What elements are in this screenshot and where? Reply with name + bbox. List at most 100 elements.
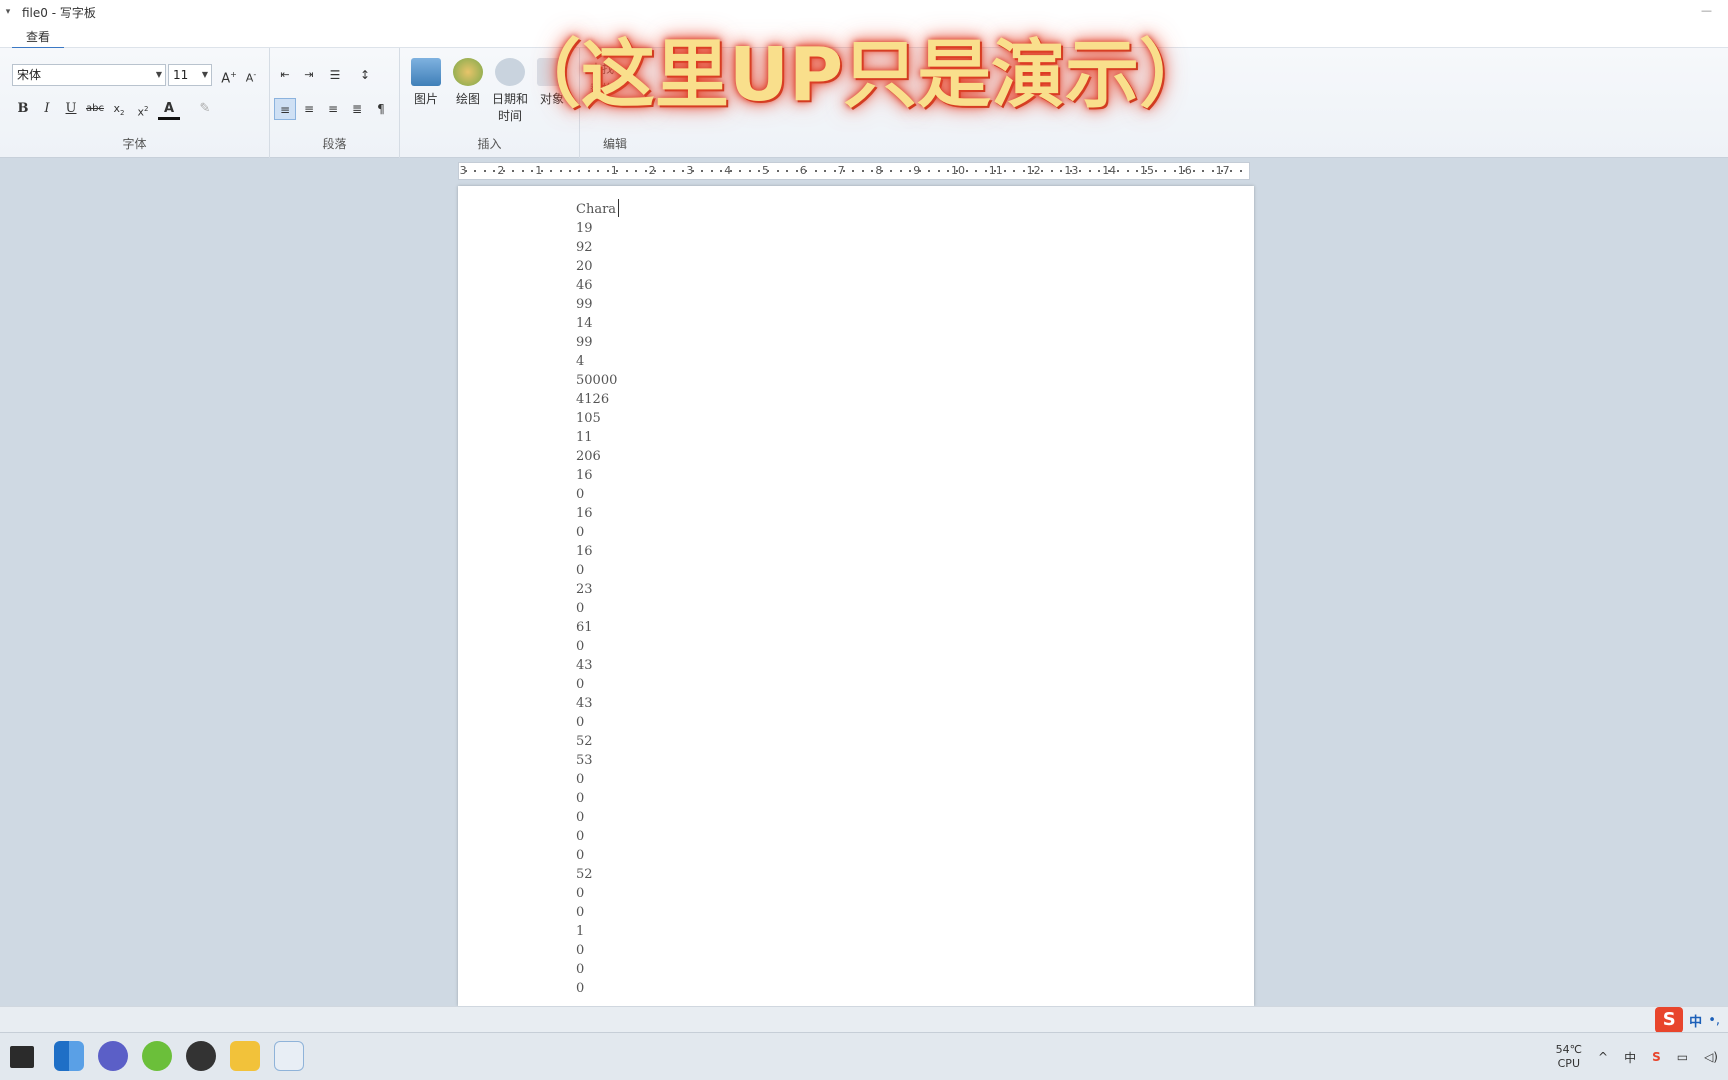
document-line[interactable]: 52 xyxy=(576,732,617,751)
font-name-select[interactable]: 宋体 ▼ xyxy=(12,64,166,86)
tab-view[interactable]: 查看 xyxy=(12,26,65,49)
document-line[interactable]: 4 xyxy=(576,352,617,371)
document-line[interactable]: 43 xyxy=(576,694,617,713)
align-right-icon[interactable]: ≡ xyxy=(322,98,344,120)
grow-font-icon[interactable]: A+ xyxy=(218,64,240,86)
chat-icon[interactable] xyxy=(98,1041,128,1071)
quick-access-icon[interactable]: ▾ xyxy=(0,7,16,17)
increase-indent-icon[interactable]: ⇥ xyxy=(298,64,320,86)
strikethrough-icon[interactable]: abc xyxy=(84,98,106,120)
document-line[interactable]: 0 xyxy=(576,599,617,618)
ruler-tick xyxy=(578,170,581,172)
underline-icon[interactable]: U xyxy=(60,98,82,120)
document-line[interactable]: 11 xyxy=(576,428,617,447)
document-line[interactable]: 0 xyxy=(576,675,617,694)
document-line[interactable]: 16 xyxy=(576,504,617,523)
shrink-font-icon[interactable]: A- xyxy=(240,64,262,86)
superscript-icon[interactable]: x2 xyxy=(132,98,154,120)
insert-picture-button[interactable]: 图片 xyxy=(406,58,446,107)
document-line[interactable]: 50000 xyxy=(576,371,617,390)
document-line[interactable]: 0 xyxy=(576,941,617,960)
sogou-tray-icon[interactable]: S xyxy=(1652,1050,1661,1064)
document-line[interactable]: 92 xyxy=(576,238,617,257)
app-green-icon[interactable] xyxy=(142,1041,172,1071)
font-color-icon[interactable]: A xyxy=(158,98,180,120)
ruler-tick xyxy=(597,170,600,172)
align-center-icon[interactable]: ≡ xyxy=(298,98,320,120)
document-line[interactable]: 0 xyxy=(576,979,617,998)
document-line[interactable]: 0 xyxy=(576,808,617,827)
document-line[interactable]: 0 xyxy=(576,561,617,580)
align-left-icon[interactable]: ≡ xyxy=(274,98,296,120)
font-size-select[interactable]: 11 ▼ xyxy=(168,64,212,86)
document-line[interactable]: 0 xyxy=(576,713,617,732)
ruler-tick xyxy=(786,170,789,172)
decrease-indent-icon[interactable]: ⇤ xyxy=(274,64,296,86)
ruler-tick xyxy=(701,170,704,172)
document-line[interactable]: 53 xyxy=(576,751,617,770)
bullet-list-icon[interactable]: ☰ xyxy=(324,64,346,86)
bold-icon[interactable]: B xyxy=(12,98,34,120)
chevron-up-icon[interactable]: ^ xyxy=(1598,1050,1608,1064)
document-line[interactable]: 4126 xyxy=(576,390,617,409)
document-line[interactable]: 206 xyxy=(576,447,617,466)
document-line[interactable]: 0 xyxy=(576,827,617,846)
ruler-tick xyxy=(521,170,524,172)
sogou-logo-icon[interactable]: S xyxy=(1655,1007,1684,1033)
paragraph-icon[interactable]: ¶ xyxy=(370,98,392,120)
document-line[interactable]: 0 xyxy=(576,789,617,808)
line-spacing-icon[interactable]: ↕ xyxy=(354,64,376,86)
document-line[interactable]: 52 xyxy=(576,865,617,884)
document-line[interactable]: 0 xyxy=(576,960,617,979)
network-icon[interactable]: ▭ xyxy=(1677,1050,1688,1064)
justify-icon[interactable]: ≣ xyxy=(346,98,368,120)
ruler-tick xyxy=(710,170,713,172)
highlight-icon[interactable]: ✎ xyxy=(194,98,216,120)
cpu-monitor[interactable]: 54℃ CPU xyxy=(1556,1043,1582,1071)
desktop-icon[interactable] xyxy=(10,1046,34,1068)
document-line[interactable]: 14 xyxy=(576,314,617,333)
document-line[interactable]: 0 xyxy=(576,884,617,903)
window-title: file0 - 写字板 xyxy=(22,5,96,20)
subscript-icon[interactable]: x2 xyxy=(108,98,130,120)
ruler-tick xyxy=(918,170,921,172)
tray-ime-indicator[interactable]: 中 xyxy=(1624,1049,1636,1066)
document-line[interactable]: 0 xyxy=(576,903,617,922)
document-line[interactable]: 105 xyxy=(576,409,617,428)
ime-toolbar[interactable]: S 中 •, xyxy=(1655,1007,1720,1033)
app-dark-icon[interactable] xyxy=(186,1041,216,1071)
document-line[interactable]: 0 xyxy=(576,485,617,504)
text-cursor xyxy=(618,199,619,217)
ruler-tick xyxy=(1154,170,1157,172)
italic-icon[interactable]: I xyxy=(36,98,58,120)
document-line[interactable]: 43 xyxy=(576,656,617,675)
wordpad-taskbar-icon[interactable] xyxy=(274,1041,304,1071)
document-line[interactable]: 16 xyxy=(576,466,617,485)
ruler-tick xyxy=(1069,170,1072,172)
document-line[interactable]: 20 xyxy=(576,257,617,276)
document-page[interactable]: Chara 19 92 20 46 99 14 99 4 50000 4126 105 11 206 16 0… xyxy=(458,186,1254,1006)
document-line[interactable]: 99 xyxy=(576,295,617,314)
document-line[interactable]: 1 xyxy=(576,922,617,941)
widgets-icon[interactable] xyxy=(54,1041,84,1071)
document-line[interactable]: 0 xyxy=(576,846,617,865)
file-explorer-icon[interactable] xyxy=(230,1041,260,1071)
ruler-tick xyxy=(956,170,959,172)
document-line[interactable]: 0 xyxy=(576,523,617,542)
document-line[interactable]: 16 xyxy=(576,542,617,561)
volume-icon[interactable]: ◁) xyxy=(1704,1050,1718,1064)
document-line[interactable]: 61 xyxy=(576,618,617,637)
document-text[interactable]: Chara 19 92 20 46 99 14 99 4 50000 4126 105 11 206 16 0… xyxy=(576,200,617,998)
document-line[interactable]: 0 xyxy=(576,637,617,656)
document-line[interactable]: 99 xyxy=(576,333,617,352)
horizontal-ruler[interactable]: 3 2 1 1 2 3 4 5 6 7 8 9 10 11 12 13 14 15 16 17 xyxy=(458,162,1250,180)
ime-punctuation[interactable]: •, xyxy=(1708,1013,1720,1028)
document-line[interactable]: Chara xyxy=(576,200,617,219)
document-line[interactable]: 0 xyxy=(576,770,617,789)
minimize-icon[interactable]: — xyxy=(1701,4,1712,17)
ruler-tick xyxy=(833,170,836,172)
document-line[interactable]: 23 xyxy=(576,580,617,599)
document-line[interactable]: 46 xyxy=(576,276,617,295)
ime-language[interactable]: 中 xyxy=(1689,1011,1702,1030)
document-line[interactable]: 19 xyxy=(576,219,617,238)
